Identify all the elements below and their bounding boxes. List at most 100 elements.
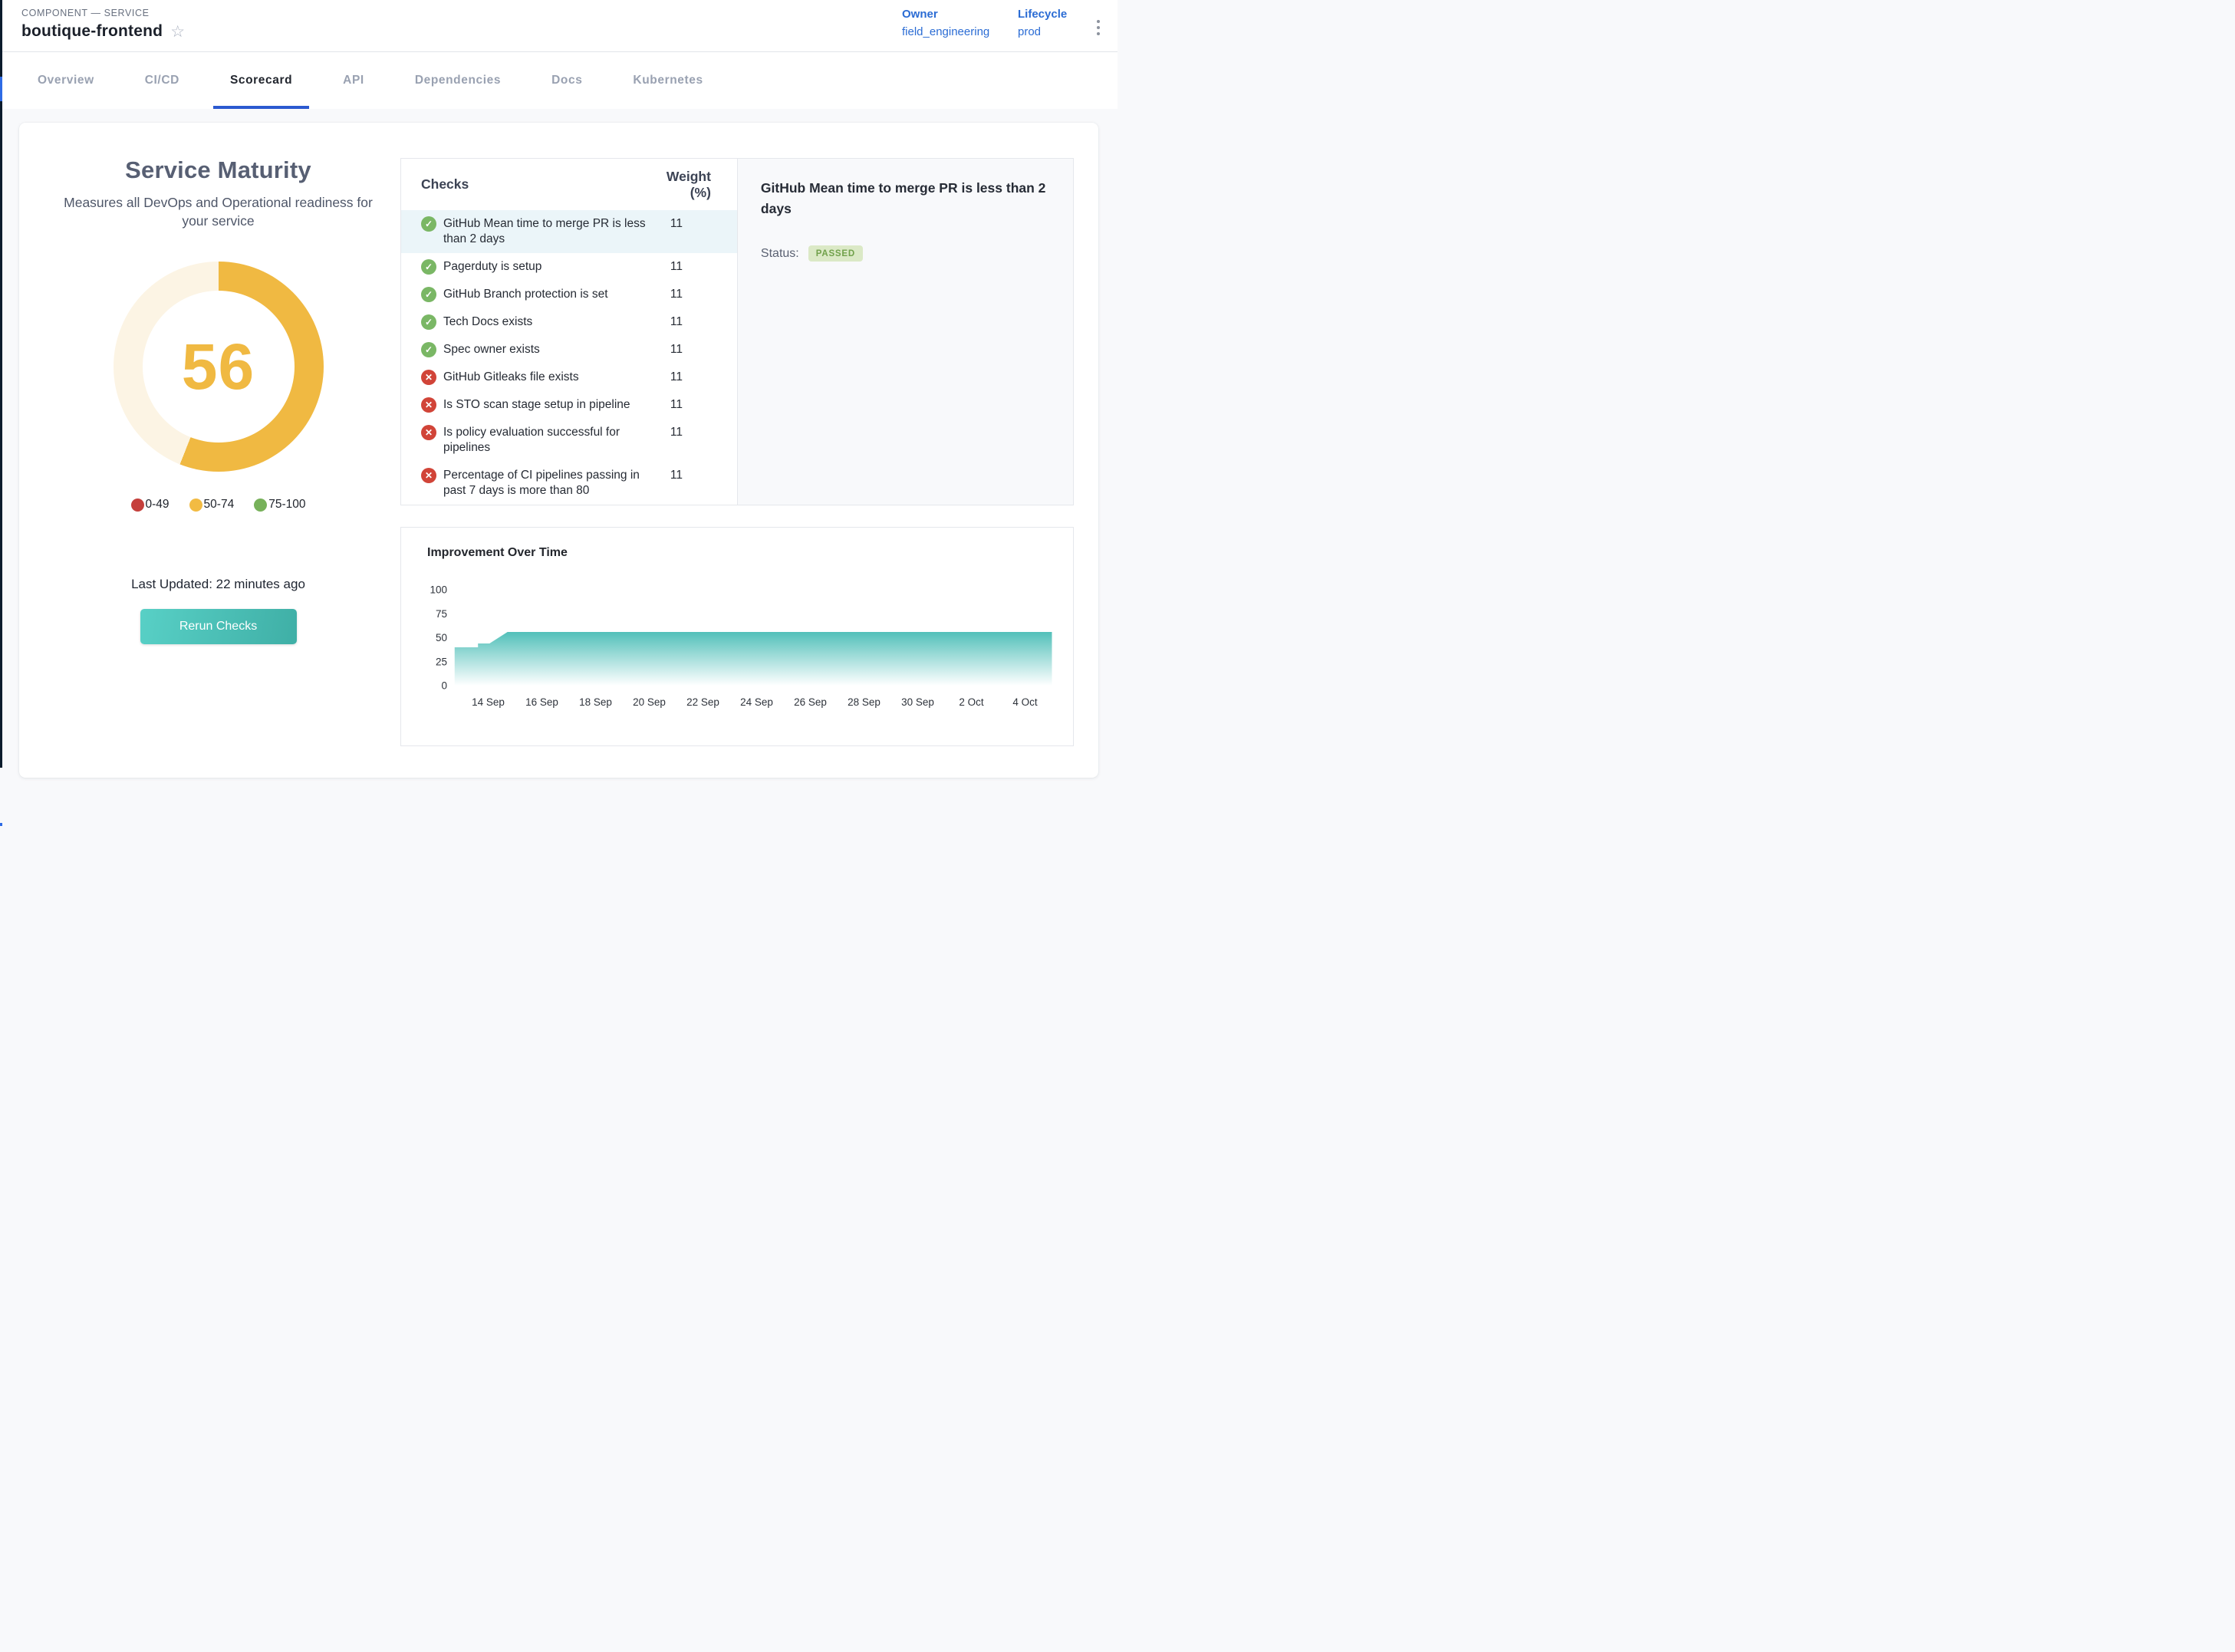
- kebab-menu-icon[interactable]: [1092, 17, 1104, 38]
- tab-docs[interactable]: Docs: [535, 52, 599, 109]
- check-fail-icon: ✕: [421, 425, 436, 440]
- checks-section: Checks Weight (%) ✓ GitHub Mean time to m…: [400, 123, 1074, 778]
- legend-dot-icon: [254, 499, 267, 512]
- entity-header: COMPONENT — SERVICE boutique-frontend ☆ …: [0, 0, 1118, 52]
- rerun-checks-button[interactable]: Rerun Checks: [140, 609, 297, 644]
- svg-text:22 Sep: 22 Sep: [686, 696, 719, 708]
- legend-label: 50-74: [204, 498, 235, 512]
- check-label: GitHub Mean time to merge PR is less tha…: [443, 216, 647, 247]
- svg-text:18 Sep: 18 Sep: [579, 696, 612, 708]
- check-weight: 11: [647, 342, 717, 357]
- status-label: Status:: [761, 247, 799, 261]
- favorite-star-icon[interactable]: ☆: [170, 24, 185, 40]
- improvement-chart-svg: 100 75 50 25 0 14 Sep 16 Sep 18 Sep 20 Sep 22 Sep…: [401, 528, 1073, 745]
- check-label: Percentage of CI pipelines passing in pa…: [443, 468, 647, 499]
- tab-dependencies[interactable]: Dependencies: [398, 52, 518, 109]
- check-row[interactable]: ✓ Tech Docs exists11: [401, 308, 737, 336]
- check-row[interactable]: ✕GitHub Gitleaks file exists11: [401, 364, 737, 391]
- score-donut-chart: 56: [114, 262, 324, 472]
- checks-panel: Checks Weight (%) ✓ GitHub Mean time to m…: [400, 158, 1074, 505]
- check-detail-panel: GitHub Mean time to merge PR is less tha…: [737, 159, 1073, 505]
- legend-item: 50-74: [189, 498, 235, 512]
- svg-text:16 Sep: 16 Sep: [525, 696, 558, 708]
- legend-label: 0-49: [146, 498, 170, 512]
- entity-tab-bar: Overview CI/CD Scorecard API Dependencies Doc…: [0, 52, 1118, 109]
- scorecard-card: Service Maturity Measures all DevOps and…: [19, 123, 1098, 778]
- score-value: 56: [114, 262, 324, 472]
- svg-text:30 Sep: 30 Sep: [901, 696, 934, 708]
- tab-api[interactable]: API: [326, 52, 381, 109]
- check-pass-icon: ✓: [421, 259, 436, 275]
- check-fail-icon: ✕: [421, 370, 436, 385]
- checks-column-header: Checks: [421, 176, 469, 193]
- check-label: Tech Docs exists: [443, 314, 647, 330]
- sidebar-active-indicator: [0, 77, 2, 101]
- scorecard-title: Service Maturity: [125, 156, 311, 184]
- svg-text:75: 75: [436, 608, 447, 620]
- check-fail-icon: ✕: [421, 397, 436, 413]
- check-label: Is STO scan stage setup in pipeline: [443, 397, 647, 413]
- legend-dot-icon: [131, 499, 144, 512]
- check-label: GitHub Gitleaks file exists: [443, 370, 647, 385]
- svg-text:0: 0: [441, 680, 447, 692]
- svg-text:14 Sep: 14 Sep: [472, 696, 505, 708]
- check-row[interactable]: ✓ Pagerduty is setup11: [401, 253, 737, 281]
- checks-list-header: Checks Weight (%): [401, 159, 737, 210]
- legend-item: 75-100: [254, 498, 305, 512]
- check-weight: 11: [647, 259, 717, 275]
- check-row[interactable]: ✕ Percentage of CI pipelines passing in p…: [401, 462, 737, 505]
- owner-link[interactable]: field_engineering: [902, 25, 989, 38]
- legend-item: 0-49: [131, 498, 170, 512]
- check-row[interactable]: ✕ Is STO scan stage setup in pipeline11: [401, 391, 737, 419]
- legend-dot-icon: [189, 499, 202, 512]
- checks-list-body: ✓ GitHub Mean time to merge PR is less th…: [401, 210, 737, 505]
- collapsed-sidebar-edge: [0, 0, 2, 768]
- check-label: GitHub Branch protection is set: [443, 287, 647, 302]
- lifecycle-value[interactable]: prod: [1018, 25, 1067, 38]
- sidebar-bottom-indicator: [0, 823, 2, 826]
- svg-text:2 Oct: 2 Oct: [959, 696, 984, 708]
- svg-text:24 Sep: 24 Sep: [740, 696, 773, 708]
- check-weight: 11: [647, 287, 717, 302]
- check-label: Pagerduty is setup: [443, 259, 647, 275]
- check-fail-icon: ✕: [421, 468, 436, 483]
- svg-text:100: 100: [430, 584, 447, 596]
- svg-text:4 Oct: 4 Oct: [1012, 696, 1038, 708]
- weight-column-header: Weight (%): [647, 169, 717, 201]
- svg-text:28 Sep: 28 Sep: [848, 696, 881, 708]
- check-row[interactable]: ✓ GitHub Branch protection is set11: [401, 281, 737, 308]
- check-weight: 11: [647, 425, 717, 440]
- scorecard-page: Service Maturity Measures all DevOps and…: [0, 109, 1118, 778]
- svg-text:26 Sep: 26 Sep: [794, 696, 827, 708]
- score-summary-panel: Service Maturity Measures all DevOps and…: [19, 123, 400, 778]
- check-label: Spec owner exists: [443, 342, 647, 357]
- svg-text:25: 25: [436, 656, 447, 667]
- checks-list: Checks Weight (%) ✓ GitHub Mean time to m…: [401, 159, 737, 505]
- check-label: Is policy evaluation successful for pipe…: [443, 425, 647, 456]
- page-title: boutique-frontend: [21, 22, 163, 41]
- check-pass-icon: ✓: [421, 216, 436, 232]
- svg-text:20 Sep: 20 Sep: [633, 696, 666, 708]
- tab-overview[interactable]: Overview: [21, 52, 111, 109]
- check-weight: 11: [647, 314, 717, 330]
- svg-text:50: 50: [436, 632, 447, 643]
- tab-kubernetes[interactable]: Kubernetes: [616, 52, 719, 109]
- improvement-chart-card: Improvement Over Time 100755025014 Sep16…: [400, 527, 1074, 746]
- check-weight: 11: [647, 397, 717, 413]
- status-badge: PASSED: [808, 245, 863, 262]
- tab-scorecard[interactable]: Scorecard: [213, 52, 309, 109]
- check-row[interactable]: ✓ GitHub Mean time to merge PR is less th…: [401, 210, 737, 253]
- check-row[interactable]: ✕ Is policy evaluation successful for pip…: [401, 419, 737, 462]
- check-detail-title: GitHub Mean time to merge PR is less tha…: [761, 178, 1050, 219]
- tab-ci-cd[interactable]: CI/CD: [128, 52, 196, 109]
- check-pass-icon: ✓: [421, 314, 436, 330]
- scorecard-description: Measures all DevOps and Operational read…: [50, 193, 387, 230]
- legend-label: 75-100: [268, 498, 305, 512]
- check-weight: 11: [647, 468, 717, 483]
- owner-label: Owner: [902, 8, 989, 21]
- last-updated-text: Last Updated: 22 minutes ago: [131, 577, 305, 592]
- check-weight: 11: [647, 216, 717, 232]
- lifecycle-label: Lifecycle: [1018, 8, 1067, 21]
- check-pass-icon: ✓: [421, 287, 436, 302]
- check-row[interactable]: ✓Spec owner exists11: [401, 336, 737, 364]
